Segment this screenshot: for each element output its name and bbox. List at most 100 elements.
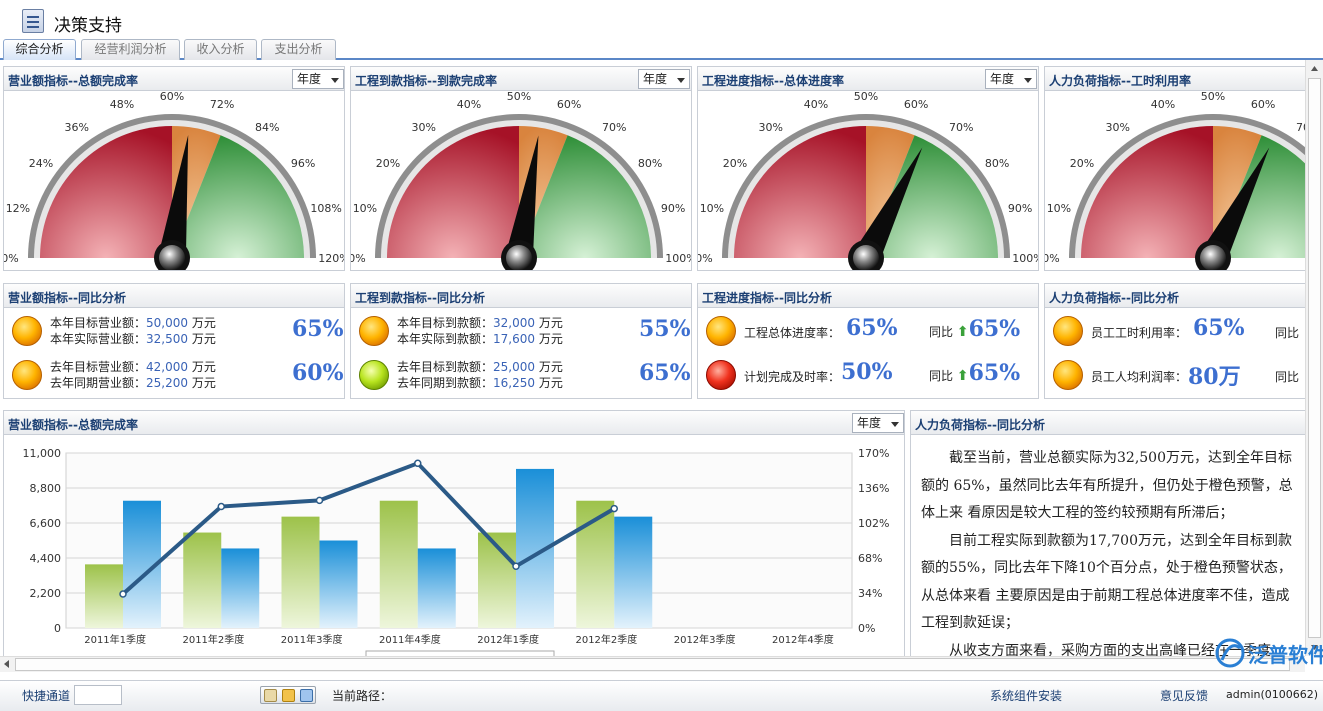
feedback-link[interactable]: 意见反馈 <box>1160 687 1208 704</box>
gauge-chart: 0%10%20%30%40%50%60%70%80%90%100% <box>351 91 692 271</box>
y2-tick-label: 68% <box>858 552 882 565</box>
scroll-thumb[interactable] <box>15 658 1290 671</box>
gauge-tick-label: 20% <box>376 157 400 170</box>
status-light-icon <box>706 316 736 346</box>
y-tick-label: 4,400 <box>30 552 62 565</box>
gauge-tick-label: 40% <box>804 98 828 111</box>
rate-value: 50% <box>841 359 893 385</box>
refresh-icon[interactable] <box>300 689 313 702</box>
gauge-tick-label: 60% <box>557 98 581 111</box>
gauge-tick-label: 30% <box>412 121 436 134</box>
gauge-tick-label: 20% <box>723 157 747 170</box>
gauge-tick-label: 30% <box>1106 121 1130 134</box>
yoy-panel-workload: 人力负荷指标--同比分析 员工工时利用率： 65% 同比 员工人均利润率： 80… <box>1044 283 1305 399</box>
y-tick-label: 2,200 <box>30 587 62 600</box>
bar-series-2 <box>221 548 259 628</box>
gauge-tick-label: 84% <box>255 121 279 134</box>
vertical-scrollbar[interactable] <box>1305 60 1323 656</box>
panel-title: 营业额指标--同比分析 <box>8 289 126 306</box>
tab-profit-analysis[interactable]: 经营利润分析 <box>81 39 180 60</box>
line-point <box>415 460 421 466</box>
y-tick-label: 8,800 <box>30 482 62 495</box>
line-point <box>317 497 323 503</box>
x-tick-label: 2011年2季度 <box>182 633 244 646</box>
gauge-tick-label: 12% <box>6 202 30 215</box>
period-select[interactable]: 年度 <box>292 69 344 89</box>
tab-expense-analysis[interactable]: 支出分析 <box>261 39 336 60</box>
gauge-zone-red <box>387 126 519 258</box>
completion-rate: 60% <box>292 360 344 386</box>
x-tick-label: 2012年2季度 <box>575 633 637 646</box>
gauge-tick-label: 90% <box>1008 202 1032 215</box>
completion-rate: 65% <box>292 316 344 342</box>
scroll-thumb[interactable] <box>1308 78 1321 638</box>
title-bar: 决策支持 <box>0 0 1323 38</box>
panel-title: 工程进度指标--同比分析 <box>702 289 832 306</box>
scroll-left-icon[interactable] <box>0 657 14 671</box>
gauge-tick-label: 0% <box>4 252 19 265</box>
line-point <box>513 563 519 569</box>
tab-income-analysis[interactable]: 收入分析 <box>184 39 257 60</box>
x-tick-label: 2011年1季度 <box>84 633 146 646</box>
gauge-tick-label: 10% <box>700 202 724 215</box>
gauge-panel-progress: 工程进度指标--总体进度率 年度 0%10%20%30%40%50%60%70%… <box>697 66 1039 271</box>
gauge-zone-red <box>734 126 866 258</box>
gauge-tick-label: 100% <box>665 252 692 265</box>
period-select[interactable]: 年度 <box>638 69 690 89</box>
gauge-tick-label: 48% <box>110 98 134 111</box>
scroll-up-icon[interactable] <box>1306 60 1323 77</box>
install-components-link[interactable]: 系统组件安装 <box>990 687 1062 704</box>
period-select[interactable]: 年度 <box>985 69 1037 89</box>
gauge-chart: 0%10%20%30%40%50%60%70%80%90%100% <box>698 91 1039 271</box>
status-light-icon <box>359 316 389 346</box>
page-title: 决策支持 <box>54 11 122 36</box>
x-tick-label: 2012年3季度 <box>674 633 736 646</box>
horizontal-scrollbar[interactable] <box>0 656 1305 672</box>
gauge-zone-red <box>40 126 172 258</box>
bar-series-1 <box>183 533 221 628</box>
panel-title: 工程到款指标--同比分析 <box>355 289 485 306</box>
analysis-text: 截至当前，营业总额实际为32,500万元，达到全年目标额的 65%，虽然同比去年… <box>921 445 1301 656</box>
y2-tick-label: 170% <box>858 447 889 460</box>
panel-title: 人力负荷指标--工时利用率 <box>1049 72 1191 89</box>
gauge-tick-label: 40% <box>457 98 481 111</box>
period-select[interactable]: 年度 <box>852 413 904 433</box>
panel-title: 人力负荷指标--同比分析 <box>915 416 1045 433</box>
line-point <box>218 504 224 510</box>
y-tick-label: 0 <box>54 622 61 635</box>
gauge-tick-label: 0% <box>1045 252 1060 265</box>
status-light-icon <box>359 360 389 390</box>
gauge-zone-red <box>1081 126 1213 258</box>
x-tick-label: 2011年3季度 <box>281 633 343 646</box>
y2-tick-label: 0% <box>858 622 875 635</box>
rate-value: 80万 <box>1188 359 1241 391</box>
y2-tick-label: 136% <box>858 482 889 495</box>
panel-title: 工程进度指标--总体进度率 <box>702 72 844 89</box>
panel-title: 营业额指标--总额完成率 <box>8 416 138 433</box>
quick-access-input[interactable] <box>74 685 122 705</box>
status-light-icon <box>12 316 42 346</box>
gauge-tick-label: 60% <box>904 98 928 111</box>
tab-comprehensive[interactable]: 综合分析 <box>3 39 76 60</box>
bar-series-1 <box>282 517 320 628</box>
status-light-icon <box>1053 360 1083 390</box>
edit-icon[interactable] <box>264 689 277 702</box>
status-light-icon <box>1053 316 1083 346</box>
gauge-tick-label: 0% <box>698 252 713 265</box>
gauge-tick-label: 50% <box>854 91 878 103</box>
panel-title: 人力负荷指标--同比分析 <box>1049 289 1179 306</box>
gauge-tick-label: 80% <box>985 157 1009 170</box>
main-content: 营业额指标--总额完成率 年度 0%12%24%36%48%60%72%84%9… <box>0 60 1305 656</box>
gauge-tick-label: 10% <box>1047 202 1071 215</box>
chevron-down-icon <box>331 78 339 83</box>
bar-series-2 <box>320 541 358 629</box>
bar-series-1 <box>85 564 123 628</box>
sound-icon[interactable] <box>282 689 295 702</box>
gauge-tick-label: 30% <box>759 121 783 134</box>
yoy-panel-revenue: 营业额指标--同比分析 本年目标营业额：50,000 万元 本年实际营业额：32… <box>3 283 345 399</box>
gauge-tick-label: 108% <box>310 202 341 215</box>
gauge-tick-label: 120% <box>318 252 345 265</box>
toolbar-icons <box>260 686 316 704</box>
yoy-panel-progress: 工程进度指标--同比分析 工程总体进度率： 65% 同比 ⬆65% 计划完成及时… <box>697 283 1039 399</box>
gauge-tick-label: 72% <box>210 98 234 111</box>
